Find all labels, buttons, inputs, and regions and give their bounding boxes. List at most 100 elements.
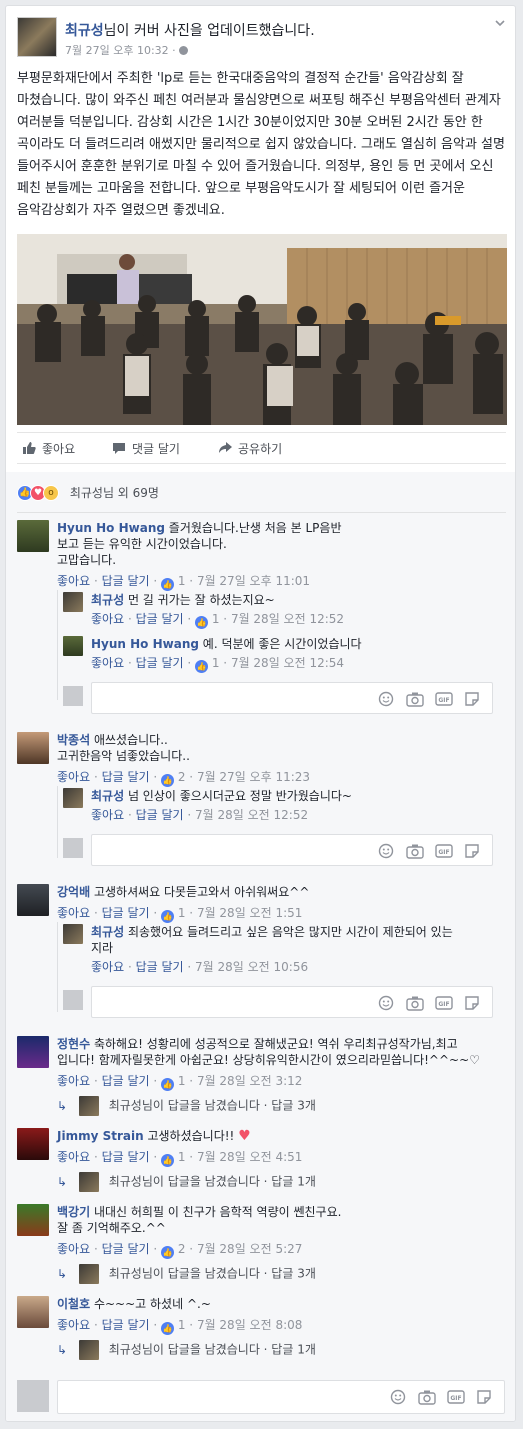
commenter-avatar[interactable] [17,1296,49,1328]
gif-icon[interactable]: GIF [447,1389,465,1405]
comment-time[interactable]: 7월 27일 오후 11:01 [197,574,310,588]
commenter-avatar[interactable] [17,1036,49,1068]
commenter-avatar[interactable] [17,1204,49,1236]
emoji-icon[interactable] [378,691,396,707]
commenter-avatar[interactable] [17,520,49,552]
comment-text: 고생하셔써요 다못듣고와서 아쉬워써요^^ [93,885,310,899]
emoji-icon[interactable] [378,995,396,1011]
view-replies-link[interactable]: ↳ 최규성님이 답글을 남겼습니다 · 답글 3개 [57,1264,316,1284]
emoji-icon[interactable] [390,1389,408,1405]
replier-avatar [78,1340,99,1360]
comment-item: 이철호 수~~~고 하셨네 ^.~ 좋아요 · 답글 달기 · 👍 1 · 7월… [17,1296,506,1360]
sticker-icon[interactable] [476,1389,494,1405]
sticker-icon[interactable] [464,995,482,1011]
post-card: 최규성님이 커버 사진을 업데이트했습니다. 7월 27일 오후 10:32 ·… [5,5,516,1422]
reply-body: 최규성 죄송했어요 들려드리고 싶은 음악은 많지만 시간이 제한되어 있는 지… [91,924,491,956]
globe-icon [179,46,189,55]
commenter-avatar[interactable] [17,884,49,916]
like-count-icon: 👍 [161,774,175,787]
comment-reply-link[interactable]: 답글 달기 [102,574,150,588]
reply-arrow-icon: ↳ [57,1174,68,1189]
reply-input[interactable]: GIF [91,834,493,866]
like-button[interactable]: 좋아요 [22,440,75,457]
replier-name[interactable]: 최규성 [91,925,124,939]
comment-meta: 좋아요 · 답글 달기 · 👍 1 · 7월 27일 오후 11:01 [57,574,311,591]
comment-button[interactable]: 댓글 달기 [112,440,180,457]
replier-name[interactable]: 최규성 [91,593,124,607]
comment-input[interactable]: GIF [57,1380,505,1414]
replier-avatar[interactable] [63,592,83,612]
my-avatar [63,686,83,706]
reply-text: 죄송했어요 들려드리고 싶은 음악은 많지만 시간이 제한되어 있는 [127,925,453,939]
svg-text:GIF: GIF [439,1001,450,1008]
view-replies-link[interactable]: ↳ 최규성님이 답글을 남겼습니다 · 답글 1개 [57,1340,316,1360]
thread-line [57,590,58,700]
post-photo[interactable] [17,234,507,425]
comment-text: 입니다! 함께자릴못한게 아쉽군요! 상당히유익한시간이 였으리라믿씁니다!^^… [57,1053,480,1067]
reply-input[interactable]: GIF [91,986,493,1018]
replier-avatar [78,1096,99,1116]
reply-meta: 좋아요 · 답글 달기 · 👍 1 · 7월 28일 오전 12:52 [91,612,345,629]
comment-body: 정현수 축하해요! 성황리에 성공적으로 잘해냈군요! 역쉬 우리최규성작가님,… [57,1036,505,1068]
view-replies-link[interactable]: ↳ 최규성님이 답글을 남겼습니다 · 답글 3개 [57,1096,316,1116]
comment-text: 고귀한음악 넘좋았습니다.. [57,749,190,763]
sticker-icon[interactable] [464,843,482,859]
commenter-name[interactable]: 정현수 [57,1037,90,1051]
reply-item: Hyun Ho Hwang 예. 덕분에 좋은 시간이었습니다 좋아요 · 답글… [63,636,493,676]
post-meta: 7월 27일 오후 10:32 · [65,42,189,58]
headline-rest: 님이 커버 사진을 업데이트했습니다. [103,23,315,39]
reaction-count[interactable]: 최규성님 외 69명 [70,486,159,500]
emoji-icon[interactable] [378,843,396,859]
commenter-name[interactable]: 강억배 [57,885,90,899]
reply-body: 최규성 먼 길 귀가는 잘 하셨는지요~ [91,592,275,608]
camera-icon[interactable] [406,843,425,859]
comment-like-link[interactable]: 좋아요 [57,574,90,588]
commenter-name[interactable]: Hyun Ho Hwang [57,521,165,535]
gif-icon[interactable]: GIF [435,995,453,1011]
share-button[interactable]: 공유하기 [218,440,282,457]
comment-text: 잘 좀 기억해주오.^^ [57,1221,166,1235]
chevron-down-icon[interactable] [494,17,506,33]
sticker-icon[interactable] [464,691,482,707]
reactions-summary[interactable]: 👍 ♥ o 최규성님 외 69명 [17,484,159,504]
thread-line [57,786,58,858]
author-name[interactable]: 최규성 [65,23,104,39]
replier-avatar[interactable] [63,788,83,808]
thumbs-up-icon [23,442,36,454]
replier-name[interactable]: 최규성 [91,789,124,803]
replier-name[interactable]: Hyun Ho Hwang [91,637,199,651]
reply-meta: 좋아요 · 답글 달기 · 7월 28일 오전 10:56 [91,960,309,974]
reply-arrow-icon: ↳ [57,1342,68,1357]
reply-body: 최규성 넘 인상이 좋으시더군요 정말 반가웠습니다~ [91,788,352,804]
divider [17,512,506,513]
camera-icon[interactable] [406,691,425,707]
post-text: 부평문화재단에서 주최한 'lp로 듣는 한국대중음악의 결정적 순간들' 음악… [17,71,505,218]
reply-item: 최규성 먼 길 귀가는 잘 하셨는지요~ 좋아요 · 답글 달기 · 👍 1 ·… [63,592,493,632]
commenter-avatar[interactable] [17,732,49,764]
camera-icon[interactable] [406,995,425,1011]
post-date[interactable]: 7월 27일 오후 10:32 [65,44,169,57]
gif-icon[interactable]: GIF [435,843,453,859]
commenter-name[interactable]: 백강기 [57,1205,90,1219]
commenter-name[interactable]: 이철호 [57,1297,90,1311]
author-avatar[interactable] [17,17,57,57]
reply-input[interactable]: GIF [91,682,493,714]
replier-avatar[interactable] [63,636,83,656]
commenter-name[interactable]: Jimmy Strain [57,1129,144,1143]
reply-text: 먼 길 귀가는 잘 하셨는지요~ [127,593,275,607]
thread-line [57,922,58,1012]
reply-text: 지라 [91,941,114,955]
reply-arrow-icon: ↳ [57,1098,68,1113]
replier-avatar[interactable] [63,924,83,944]
gif-icon[interactable]: GIF [435,691,453,707]
post-headline: 최규성님이 커버 사진을 업데이트했습니다. [65,20,315,40]
commenter-name[interactable]: 박종석 [57,733,90,747]
like-count-icon: 👍 [161,1078,175,1091]
view-replies-link[interactable]: ↳ 최규성님이 답글을 남겼습니다 · 답글 1개 [57,1172,316,1192]
commenter-avatar[interactable] [17,1128,49,1160]
like-count-icon: 👍 [161,1246,175,1259]
comment-text: 보고 듣는 유익한 시간이었습니다. [57,537,227,551]
like-count-icon: 👍 [195,616,209,629]
heart-emoji-icon: ♥ [238,1128,251,1144]
camera-icon[interactable] [418,1389,437,1405]
